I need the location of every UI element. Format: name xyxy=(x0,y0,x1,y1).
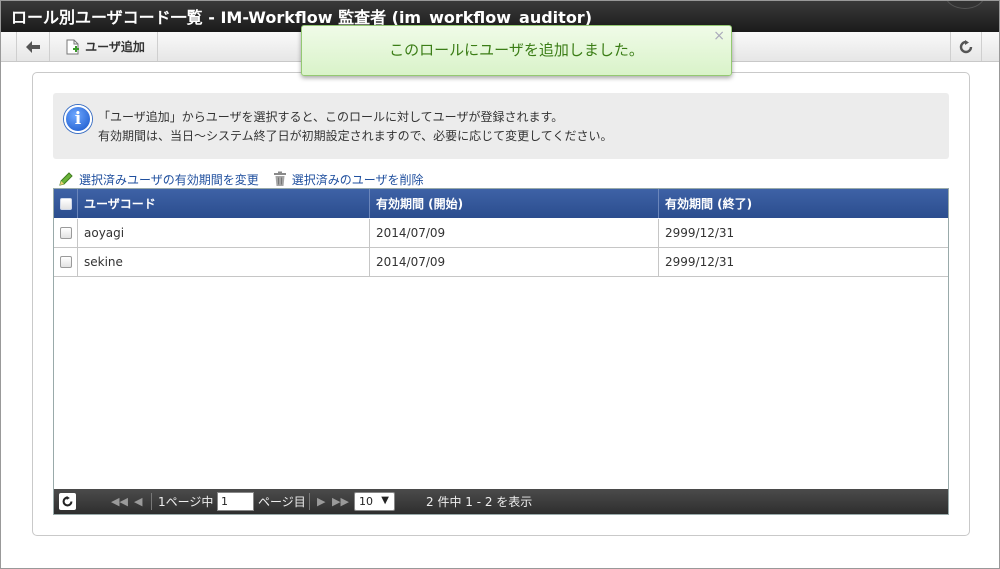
delete-selected-link[interactable]: 選択済みのユーザを削除 xyxy=(273,171,424,188)
row-checkbox[interactable] xyxy=(60,227,72,239)
add-user-label: ユーザ追加 xyxy=(85,40,145,54)
column-header-end[interactable]: 有効期間 (終了) xyxy=(659,189,948,218)
pager: ◀◀ ◀ 1ページ中 1 ページ目 ▶ ▶▶ 10 ▼ 2 件中 1 - 2 を… xyxy=(54,489,948,514)
row-select-cell xyxy=(54,248,78,276)
rows-per-page-value: 10 xyxy=(359,495,373,508)
user-code-cell: sekine xyxy=(78,248,370,276)
select-all-checkbox[interactable] xyxy=(60,197,72,210)
close-icon[interactable]: × xyxy=(713,12,725,61)
row-select-cell xyxy=(54,219,78,247)
prev-page-icon[interactable]: ◀ xyxy=(134,489,142,514)
avatar[interactable] xyxy=(945,1,985,9)
back-button[interactable] xyxy=(16,32,50,61)
select-all-cell xyxy=(54,189,78,218)
table-row[interactable]: sekine 2014/07/09 2999/12/31 xyxy=(54,248,948,277)
info-box: i 「ユーザ追加」からユーザを選択すると、このロールに対してユーザが登録されます… xyxy=(53,93,949,159)
info-text-line2: 有効期間は、当日～システム終了日が初期設定されますので、必要に応じて変更してくだ… xyxy=(98,129,613,143)
grid-refresh-button[interactable] xyxy=(59,493,76,510)
pencil-icon xyxy=(59,172,73,186)
info-text-line1: 「ユーザ追加」からユーザを選択すると、このロールに対してユーザが登録されます。 xyxy=(98,110,564,124)
record-summary: 2 件中 1 - 2 を表示 xyxy=(426,495,533,509)
refresh-button[interactable] xyxy=(950,32,982,61)
grid-header: ユーザコード 有効期間 (開始) 有効期間 (終了) xyxy=(54,189,948,218)
trash-icon xyxy=(273,171,286,186)
change-period-link[interactable]: 選択済みユーザの有効期間を変更 xyxy=(58,171,259,188)
info-icon: i xyxy=(64,105,92,133)
last-page-icon[interactable]: ▶▶ xyxy=(332,489,349,514)
first-page-icon[interactable]: ◀◀ xyxy=(111,489,128,514)
arrow-left-icon xyxy=(26,40,40,53)
refresh-icon xyxy=(62,496,73,507)
page-prefix: 1ページ中 xyxy=(158,495,214,509)
table-row[interactable]: aoyagi 2014/07/09 2999/12/31 xyxy=(54,219,948,248)
delete-selected-label: 選択済みのユーザを削除 xyxy=(291,172,424,187)
start-date-cell: 2014/07/09 xyxy=(370,248,659,276)
row-checkbox[interactable] xyxy=(60,256,72,268)
user-grid: ユーザコード 有効期間 (開始) 有効期間 (終了) aoyagi 2014/0… xyxy=(53,188,949,515)
page-suffix: ページ目 xyxy=(258,495,306,509)
next-page-icon[interactable]: ▶ xyxy=(317,489,325,514)
notification-message: このロールにユーザを追加しました。 xyxy=(389,41,644,59)
refresh-icon xyxy=(959,39,973,53)
add-user-button[interactable]: ユーザ追加 xyxy=(50,32,158,61)
user-code-cell: aoyagi xyxy=(78,219,370,247)
window: ロール別ユーザコード一覧 - IM-Workflow 監査者 (im_workf… xyxy=(0,0,1000,569)
end-date-cell: 2999/12/31 xyxy=(665,226,735,240)
start-date-cell: 2014/07/09 xyxy=(370,219,659,247)
pager-divider xyxy=(151,493,152,510)
rows-per-page-select[interactable]: 10 ▼ xyxy=(354,492,395,511)
current-page-input[interactable]: 1 xyxy=(217,492,254,511)
end-date-cell: 2999/12/31 xyxy=(665,255,735,269)
column-header-user-code[interactable]: ユーザコード xyxy=(78,189,370,218)
chevron-down-icon: ▼ xyxy=(381,495,389,506)
pager-divider xyxy=(309,493,310,510)
change-period-label: 選択済みユーザの有効期間を変更 xyxy=(79,172,259,187)
document-add-icon xyxy=(66,39,80,54)
column-header-start[interactable]: 有効期間 (開始) xyxy=(370,189,659,218)
grid-actions: 選択済みユーザの有効期間を変更 選択済みのユーザを削除 xyxy=(58,170,438,188)
success-notification: このロールにユーザを追加しました。 × xyxy=(301,25,732,76)
